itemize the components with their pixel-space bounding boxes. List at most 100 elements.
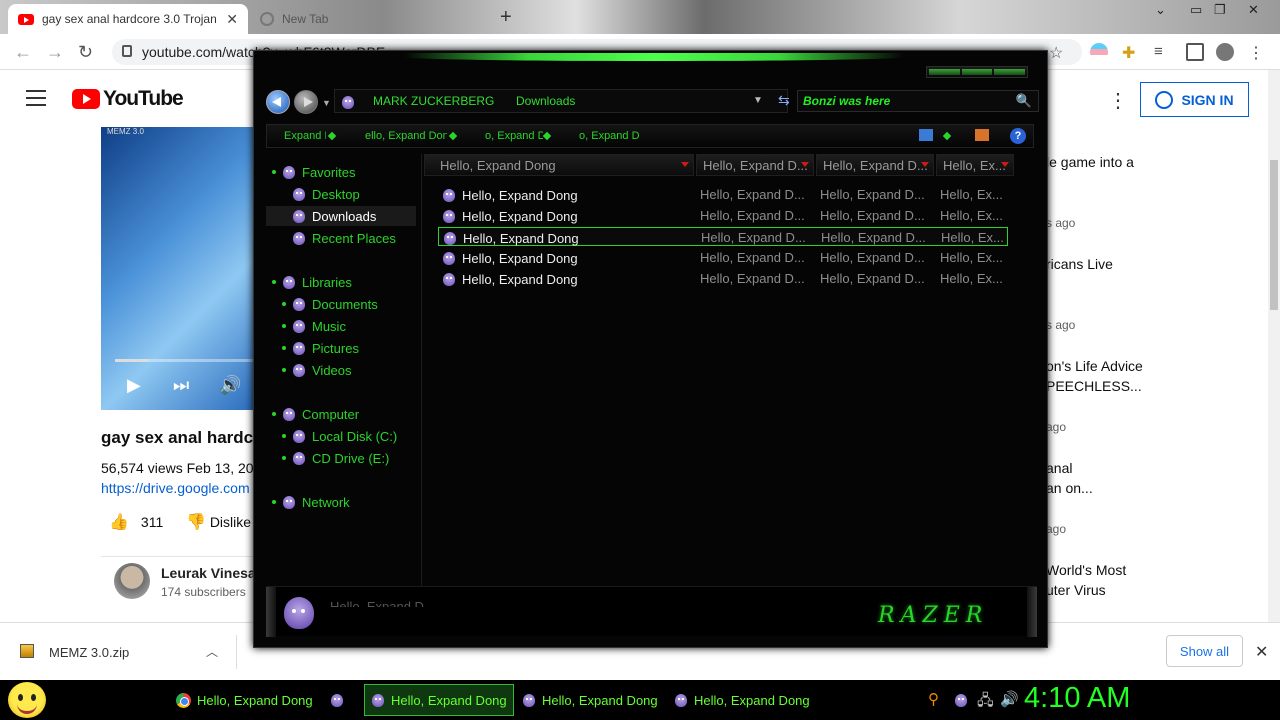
play-icon[interactable]: ▶ — [127, 375, 141, 396]
hamburger-menu-icon[interactable] — [26, 90, 46, 106]
file-row[interactable]: Hello, Expand Dong Hello, Expand D... He… — [438, 248, 1008, 267]
breadcrumb-downloads[interactable]: Downloads — [516, 94, 575, 108]
minimize-icon[interactable]: ▭ — [1190, 2, 1202, 18]
expand-bullet-icon[interactable] — [272, 500, 276, 504]
taskbar-item-window[interactable]: Hello, Expand Dong — [668, 684, 816, 716]
nav-documents[interactable]: Documents — [292, 294, 378, 314]
like-button[interactable]: 👍 311 — [109, 512, 163, 532]
chevron-up-icon[interactable]: ︿ — [206, 643, 218, 660]
file-row-selected[interactable]: Hello, Expand Dong Hello, Expand D... He… — [438, 227, 1008, 246]
nav-pictures[interactable]: Pictures — [292, 338, 359, 358]
volume-icon[interactable]: 🔊 — [219, 375, 241, 396]
refresh-icon[interactable]: ⇆ — [778, 92, 790, 109]
minimize-button[interactable] — [929, 69, 960, 75]
column-header[interactable]: Hello, Expand D... — [696, 154, 814, 176]
bookmark-star-icon[interactable]: ☆ — [1049, 43, 1067, 62]
preview-pane-icon[interactable] — [975, 129, 989, 141]
nav-computer[interactable]: Computer — [282, 404, 359, 424]
tab-search-chevron-icon[interactable]: ⌄ — [1155, 2, 1166, 18]
recommendation-title-line2[interactable]: uter Virus — [1046, 582, 1106, 598]
media-queue-icon[interactable]: ≡ — [1154, 43, 1172, 61]
command-item[interactable]: o, Expand D — [485, 130, 543, 142]
recent-pages-dropdown-icon[interactable]: ▼ — [322, 98, 331, 108]
expand-bullet-icon[interactable] — [282, 456, 286, 460]
expand-bullet-icon[interactable] — [282, 346, 286, 350]
settings-more-icon[interactable]: ⋮ — [1108, 88, 1128, 113]
show-all-button[interactable]: Show all — [1166, 635, 1243, 667]
recommendation-title[interactable]: World's Most — [1046, 562, 1126, 578]
expand-bullet-icon[interactable] — [282, 368, 286, 372]
video-progress-bar[interactable] — [115, 359, 255, 362]
close-download-bar-icon[interactable]: ✕ — [1255, 642, 1268, 662]
view-options-icon[interactable] — [919, 129, 933, 141]
expand-bullet-icon[interactable] — [272, 280, 276, 284]
address-history-dropdown-icon[interactable]: ▼ — [753, 95, 763, 106]
recommendation-title[interactable]: anal — [1046, 460, 1072, 476]
channel-name[interactable]: Leurak Vinesau — [161, 565, 264, 581]
account-avatar-icon[interactable] — [1216, 43, 1234, 61]
file-row[interactable]: Hello, Expand Dong Hello, Expand D... He… — [438, 206, 1008, 225]
breadcrumb-user[interactable]: MARK ZUCKERBERG — [373, 94, 494, 108]
back-arrow-icon[interactable] — [266, 90, 290, 114]
scrollbar-thumb[interactable] — [1270, 160, 1278, 310]
recommendation-title[interactable]: ricans Live — [1046, 256, 1113, 272]
nav-network[interactable]: Network — [282, 492, 350, 512]
column-dropdown-icon[interactable] — [681, 162, 689, 167]
recommendation-title-line2[interactable]: an on... — [1046, 480, 1093, 496]
profile-flag-icon[interactable] — [1090, 43, 1108, 61]
address-breadcrumb[interactable]: MARK ZUCKERBERG Downloads ▼ — [334, 89, 788, 113]
column-header-name[interactable]: Hello, Expand Dong — [424, 154, 694, 176]
column-dropdown-icon[interactable] — [1001, 162, 1009, 167]
bonzi-tray-icon[interactable] — [954, 692, 968, 708]
expand-bullet-icon[interactable] — [272, 412, 276, 416]
file-row[interactable]: Hello, Expand Dong Hello, Expand D... He… — [438, 269, 1008, 288]
sign-in-button[interactable]: SIGN IN — [1140, 82, 1249, 117]
recommendation-title[interactable]: le game into a — [1046, 154, 1134, 170]
taskbar-item-explorer[interactable]: Hello, Expand Dong — [364, 684, 514, 716]
search-magnifier-icon[interactable]: ⚲ — [928, 690, 939, 708]
expand-bullet-icon[interactable] — [272, 170, 276, 174]
network-tray-icon[interactable]: 🖧 — [977, 690, 994, 715]
nav-videos[interactable]: Videos — [292, 360, 352, 380]
channel-avatar[interactable] — [114, 563, 150, 599]
extension-puzzle-icon[interactable]: ✚ — [1122, 43, 1140, 62]
nav-recent-places[interactable]: Recent Places — [292, 228, 396, 248]
taskbar-item-window[interactable]: Hello, Expand Dong — [516, 684, 664, 716]
forward-arrow-icon[interactable]: → — [46, 42, 64, 63]
download-file-name[interactable]: MEMZ 3.0.zip — [49, 645, 129, 660]
taskbar-clock[interactable]: 4:10 AM — [1024, 682, 1130, 715]
file-row[interactable]: Hello, Expand Dong Hello, Expand D... He… — [438, 185, 1008, 204]
search-icon[interactable]: 🔍 — [1016, 93, 1032, 109]
expand-bullet-icon[interactable] — [282, 302, 286, 306]
page-scrollbar[interactable] — [1268, 70, 1280, 622]
maximize-button[interactable] — [961, 69, 993, 75]
tab-new-tab[interactable]: New Tab — [250, 4, 490, 34]
youtube-logo-text[interactable]: YouTube — [103, 87, 184, 111]
reload-icon[interactable]: ↻ — [78, 42, 93, 63]
forward-arrow-icon[interactable] — [294, 90, 318, 114]
restore-icon[interactable]: ❐ — [1214, 2, 1226, 18]
tab-close-icon[interactable]: ✕ — [226, 11, 238, 28]
nav-local-disk[interactable]: Local Disk (C:) — [292, 426, 397, 446]
command-item[interactable]: ello, Expand Don — [365, 130, 447, 142]
volume-tray-icon[interactable]: 🔊 — [1000, 690, 1019, 708]
close-window-icon[interactable]: ✕ — [1248, 2, 1259, 18]
help-button[interactable]: ? — [1010, 128, 1026, 144]
search-input[interactable]: Bonzi was here 🔍 — [797, 90, 1039, 112]
video-player[interactable]: MEMZ 3.0 ▶ ⏭ 🔊 — [101, 127, 256, 410]
expand-bullet-icon[interactable] — [282, 324, 286, 328]
column-dropdown-icon[interactable] — [921, 162, 929, 167]
chrome-menu-icon[interactable]: ⋮ — [1248, 43, 1266, 62]
command-item[interactable]: o, Expand D — [579, 130, 639, 142]
column-header[interactable]: Hello, Expand D... — [816, 154, 934, 176]
back-arrow-icon[interactable]: ← — [14, 42, 32, 63]
youtube-logo-icon[interactable] — [72, 89, 100, 109]
description-link[interactable]: https://drive.google.com — [101, 480, 250, 496]
column-header[interactable]: Hello, Ex... — [936, 154, 1014, 176]
recommendation-title-line2[interactable]: PEECHLESS... — [1046, 378, 1142, 394]
command-item[interactable]: Expand I — [284, 130, 326, 142]
nav-music[interactable]: Music — [292, 316, 346, 336]
side-panel-icon[interactable] — [1186, 43, 1204, 61]
taskbar-item-chrome[interactable]: Hello, Expand Dong — [170, 684, 319, 716]
column-dropdown-icon[interactable] — [801, 162, 809, 167]
